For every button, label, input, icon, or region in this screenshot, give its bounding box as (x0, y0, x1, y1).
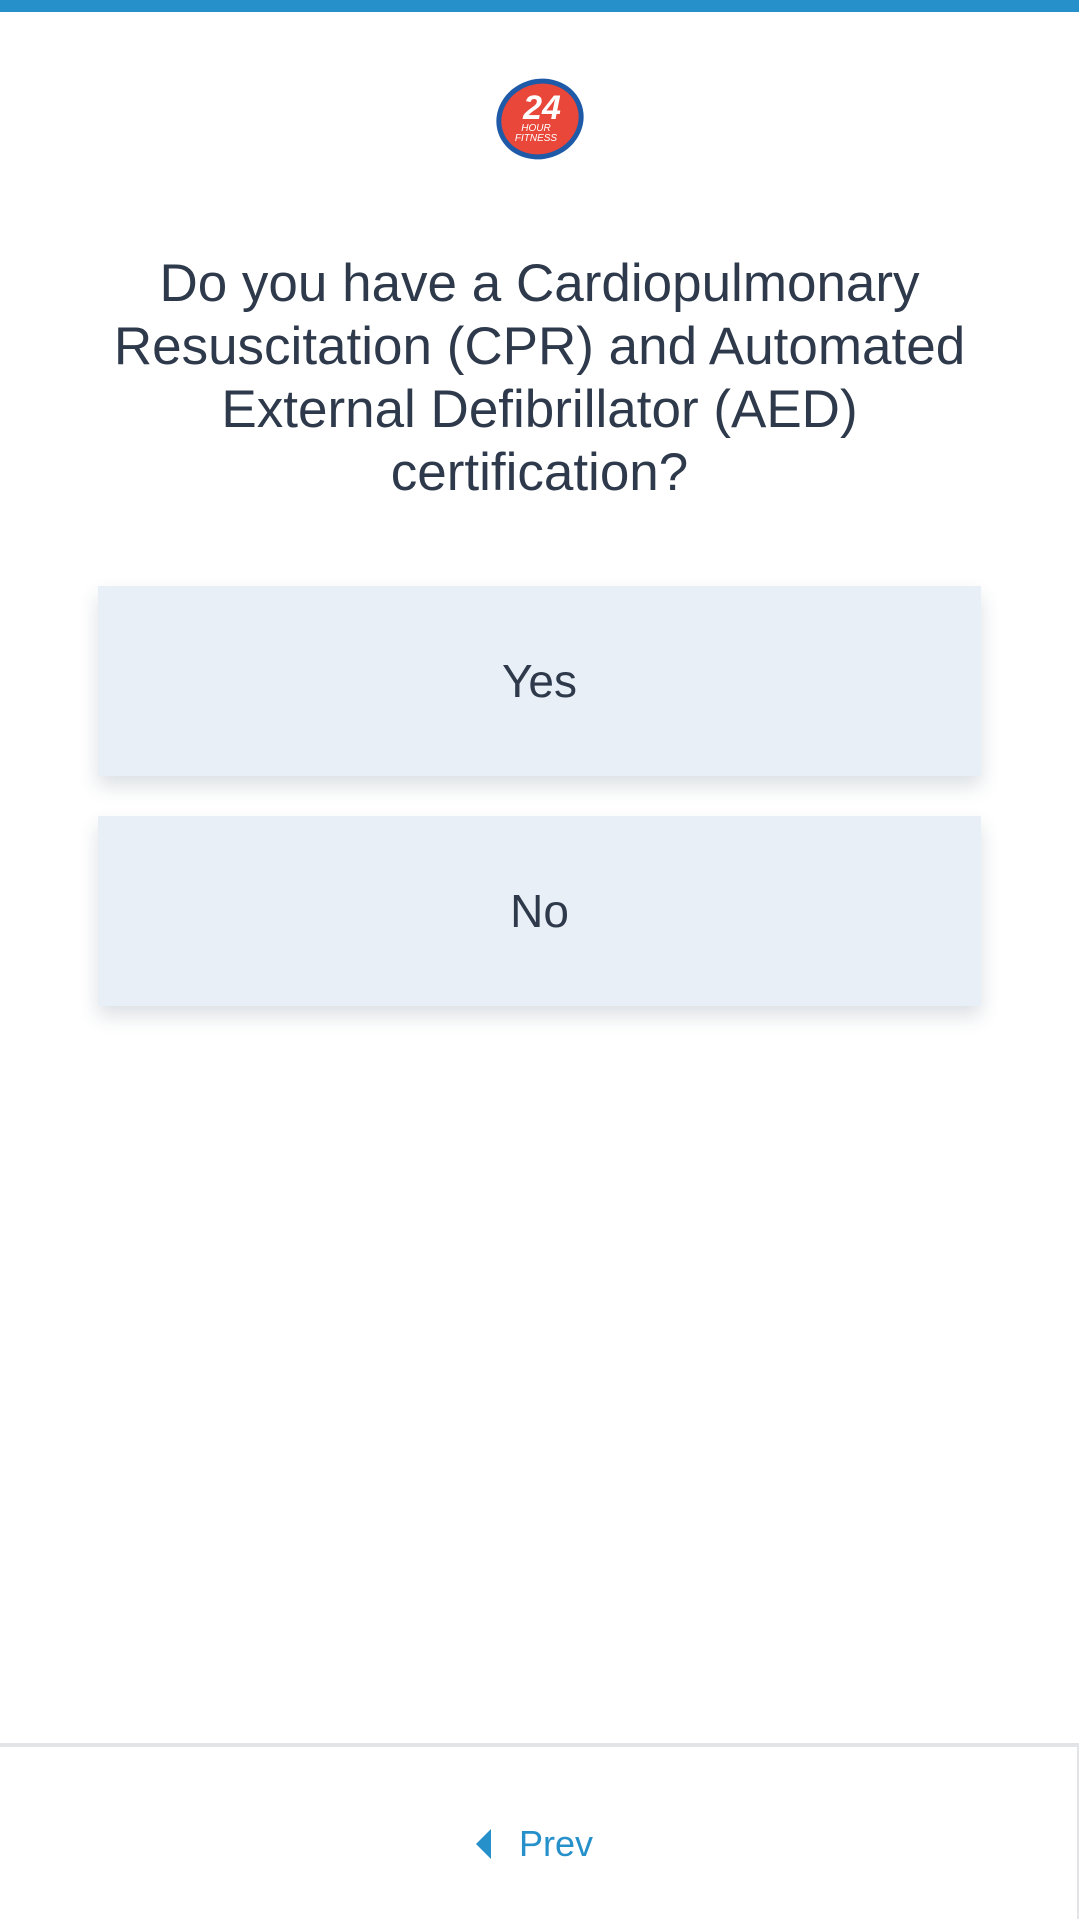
prev-label: Prev (519, 1823, 594, 1864)
caret-left-icon (476, 1829, 491, 1859)
page: 24 HOUR FITNESS Do you have a Cardiopulm… (0, 0, 1079, 1919)
answer-yes-label: Yes (501, 655, 578, 707)
question-heading: Do you have a Cardiopulmonary Resuscitat… (113, 254, 966, 502)
answer-no-button[interactable]: No (98, 816, 981, 1006)
24-hour-fitness-logo-icon: 24 HOUR FITNESS (495, 78, 584, 160)
footer-nav: Prev (0, 1743, 1079, 1919)
logo-number: 24 (522, 89, 561, 127)
answer-yes-button[interactable]: Yes (98, 586, 981, 776)
answer-no-label: No (510, 885, 569, 937)
top-accent-bar (0, 0, 1079, 12)
logo-line2: FITNESS (514, 133, 557, 144)
brand-logo: 24 HOUR FITNESS (0, 74, 1079, 164)
prev-button[interactable]: Prev (476, 1823, 593, 1865)
